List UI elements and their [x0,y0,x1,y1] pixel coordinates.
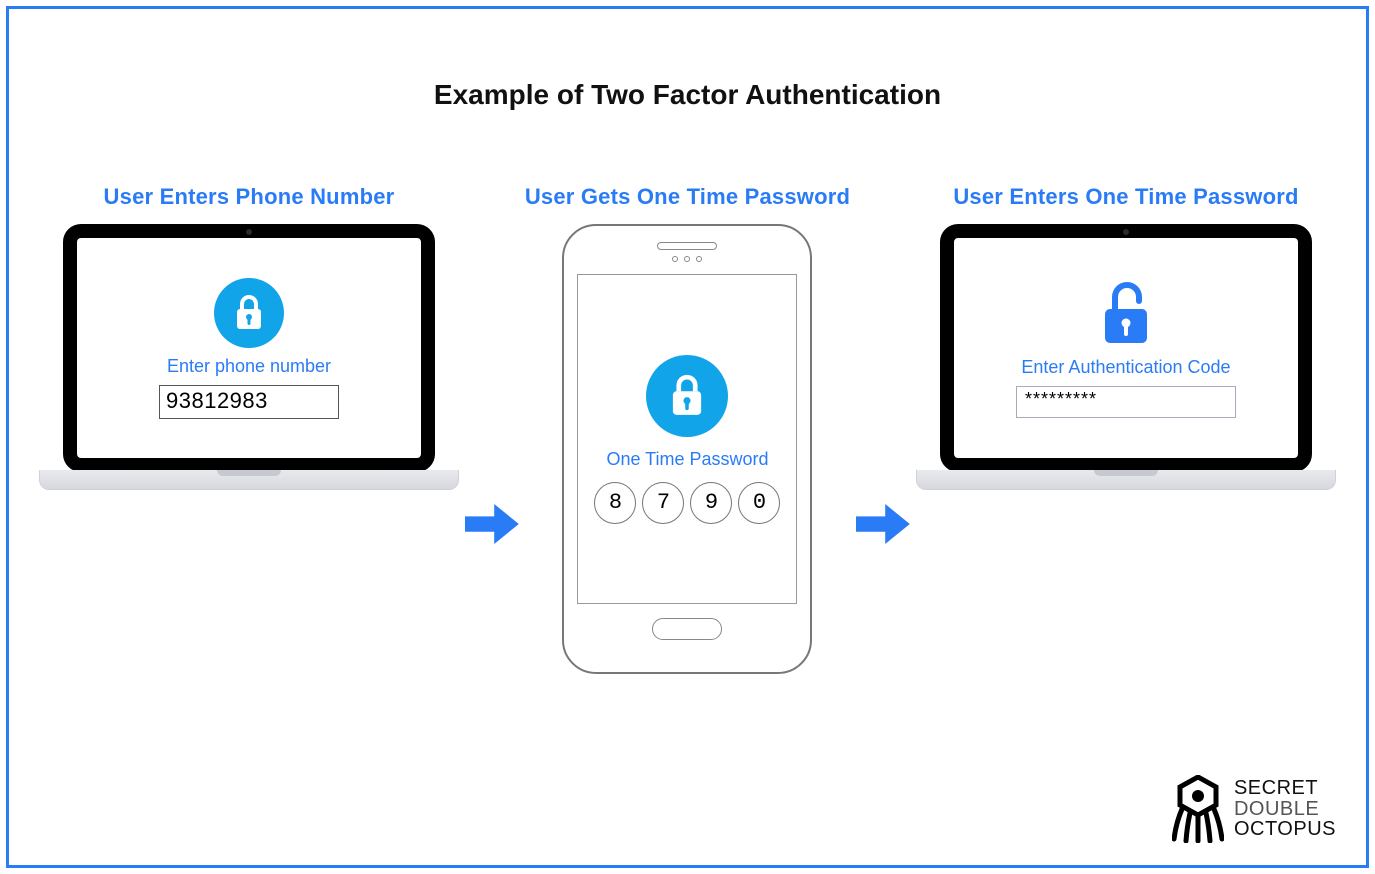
octopus-icon [1172,775,1224,843]
step-receive-otp: User Gets One Time Password [525,184,850,674]
laptop-device-1: Enter phone number 93812983 [39,224,459,490]
phone-home-button-icon [652,618,722,640]
step-enter-otp: User Enters One Time Password [916,184,1336,490]
lock-icon [214,278,284,348]
webcam-icon [1123,229,1129,235]
auth-code-label: Enter Authentication Code [1021,357,1230,378]
step-enter-phone: User Enters Phone Number [39,184,459,490]
webcam-icon [246,229,252,235]
arrow-right-icon [465,494,519,554]
brand-text: SECRET DOUBLE OCTOPUS [1234,778,1336,839]
brand-line-2: DOUBLE [1234,799,1336,819]
unlock-icon [1095,279,1157,349]
phone-number-input[interactable]: 93812983 [159,385,339,419]
step-3-title: User Enters One Time Password [953,184,1298,210]
diagram-title: Example of Two Factor Authentication [9,79,1366,111]
step-2-title: User Gets One Time Password [525,184,850,210]
phone-speaker-icon [657,242,717,250]
otp-digit-4: 0 [738,482,780,524]
step-1-title: User Enters Phone Number [104,184,395,210]
lock-icon [646,355,728,437]
otp-digit-1: 8 [594,482,636,524]
otp-label: One Time Password [606,449,768,470]
brand-line-1: SECRET [1234,778,1336,798]
brand-line-3: OCTOPUS [1234,819,1336,839]
steps-row: User Enters Phone Number [39,184,1336,674]
diagram-frame: Example of Two Factor Authentication Use… [6,6,1369,868]
phone-sensors-icon [672,256,702,262]
laptop-device-2: Enter Authentication Code ********* [916,224,1336,490]
otp-digit-3: 9 [690,482,732,524]
auth-code-input[interactable]: ********* [1016,386,1236,418]
otp-digits: 8 7 9 0 [594,482,780,524]
phone-field-label: Enter phone number [167,356,331,377]
arrow-right-icon [856,494,910,554]
phone-device: One Time Password 8 7 9 0 [562,224,812,674]
otp-digit-2: 7 [642,482,684,524]
brand-logo: SECRET DOUBLE OCTOPUS [1172,775,1336,843]
